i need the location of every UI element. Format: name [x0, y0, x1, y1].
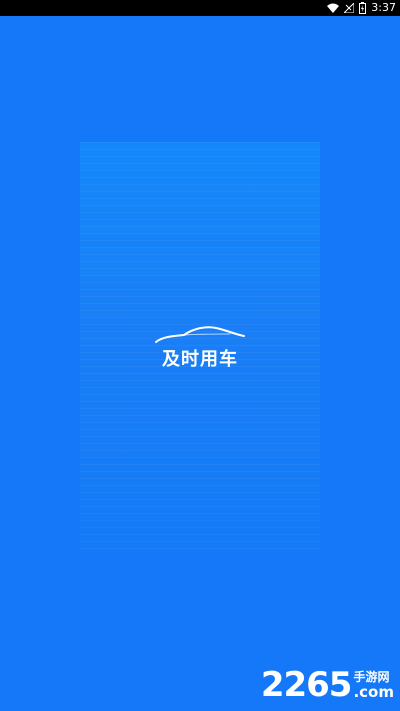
status-time: 3:37	[371, 1, 396, 14]
splash-card: 及时用车	[80, 142, 320, 552]
site-watermark: 2265 手游网 .com	[261, 663, 394, 703]
car-silhouette-icon	[154, 322, 246, 348]
watermark-site-name: 手游网	[353, 670, 390, 684]
watermark-side: 手游网 .com	[353, 670, 394, 700]
status-icons: 3:37	[327, 1, 396, 15]
app-logo: 及时用车	[150, 322, 250, 372]
app-name: 及时用车	[162, 349, 238, 370]
status-bar: 3:37	[0, 0, 400, 16]
signal-off-icon	[344, 3, 355, 13]
battery-icon	[359, 2, 367, 14]
watermark-number: 2265	[260, 665, 353, 705]
wifi-icon	[327, 3, 340, 13]
watermark-domain: .com	[353, 683, 394, 701]
